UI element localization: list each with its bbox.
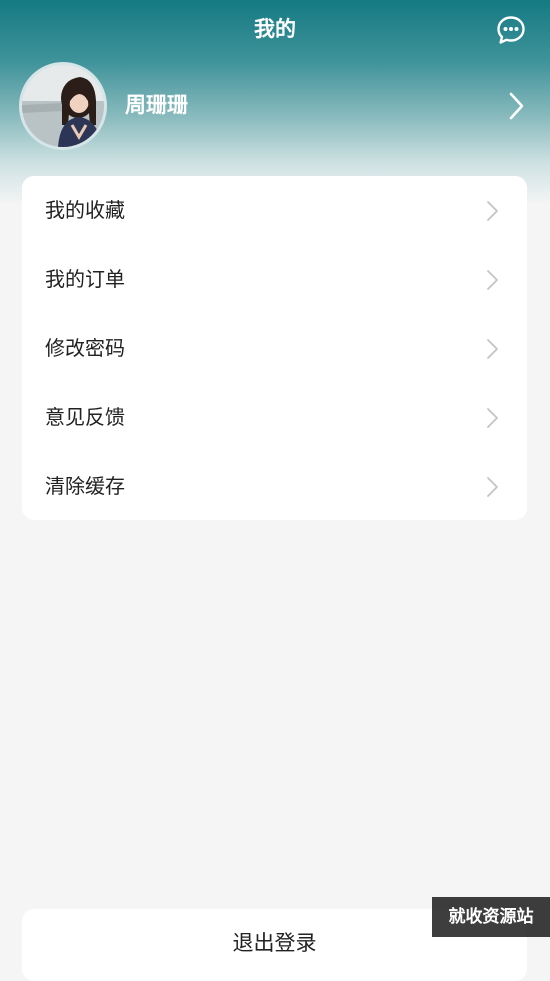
menu-item-label: 我的订单 <box>45 267 125 291</box>
menu-item-change-password[interactable]: 修改密码 <box>22 314 527 383</box>
menu-item-label: 修改密码 <box>45 336 125 360</box>
menu-item-favorites[interactable]: 我的收藏 <box>22 176 527 245</box>
page-title: 我的 <box>254 17 296 41</box>
menu-item-orders[interactable]: 我的订单 <box>22 245 527 314</box>
profile-row[interactable]: 周珊珊 <box>19 62 532 150</box>
menu-item-label: 清除缓存 <box>45 474 125 498</box>
chevron-right-icon[interactable] <box>504 90 528 122</box>
chevron-right-icon <box>487 201 498 221</box>
username: 周珊珊 <box>125 93 188 117</box>
chevron-right-icon <box>487 339 498 359</box>
avatar[interactable] <box>19 62 107 150</box>
chevron-right-icon <box>487 477 498 497</box>
profile-header: 我的 周珊珊 <box>0 0 550 205</box>
chevron-right-icon <box>487 270 498 290</box>
chevron-right-icon <box>487 408 498 428</box>
chat-bubble-icon <box>497 16 525 44</box>
avatar-photo <box>22 65 104 147</box>
menu-item-label: 我的收藏 <box>45 198 125 222</box>
menu-item-label: 意见反馈 <box>45 405 125 429</box>
menu-item-clear-cache[interactable]: 清除缓存 <box>22 452 527 521</box>
message-button[interactable] <box>495 14 527 46</box>
menu-card: 我的收藏 我的订单 修改密码 意见反馈 清除缓存 <box>22 176 527 520</box>
watermark: 就收资源站 <box>432 897 550 937</box>
menu-item-feedback[interactable]: 意见反馈 <box>22 383 527 452</box>
